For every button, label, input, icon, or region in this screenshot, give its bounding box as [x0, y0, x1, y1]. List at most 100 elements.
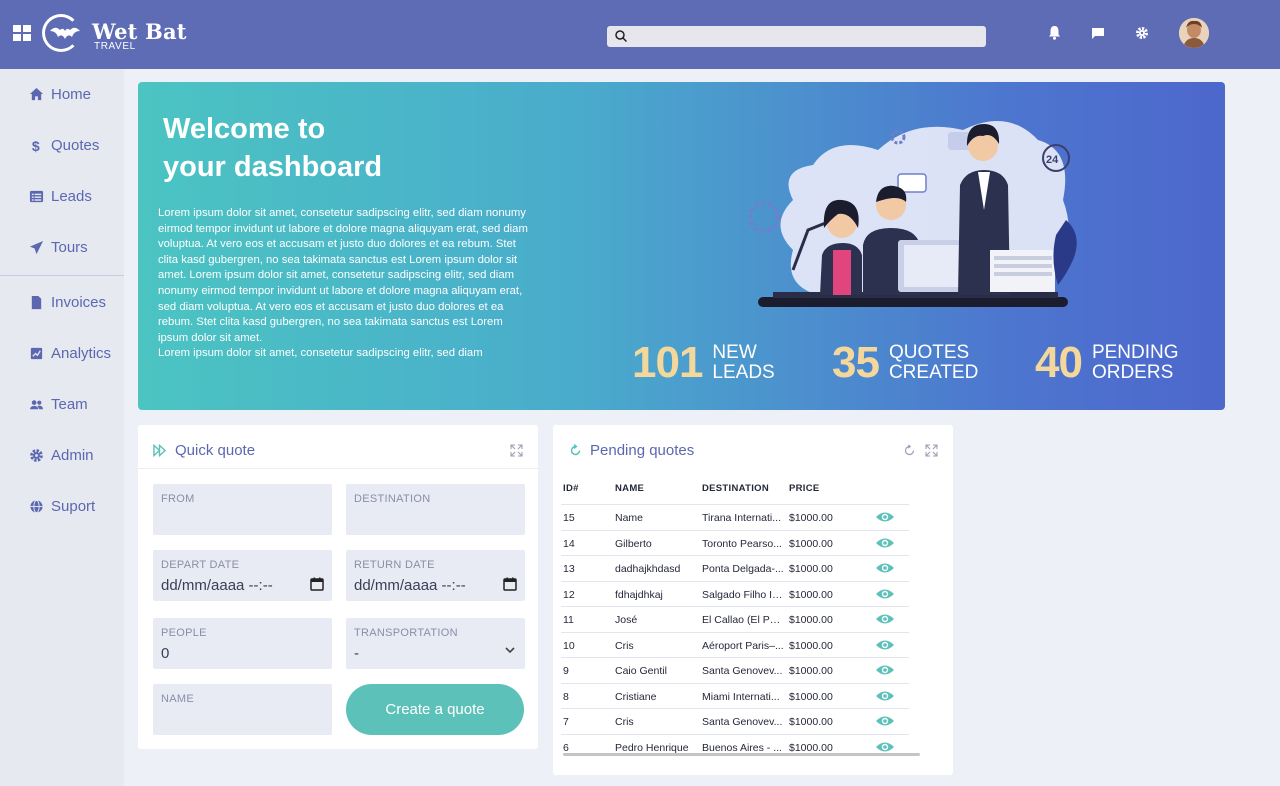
table-row[interactable]: 7 Cris Santa Genovev... $1000.00 — [561, 708, 909, 734]
destination-label: DESTINATION — [354, 493, 431, 505]
cell-price: $1000.00 — [789, 665, 833, 677]
cell-price: $1000.00 — [789, 588, 833, 601]
sidebar-item-leads[interactable]: Leads — [0, 181, 124, 211]
notifications-button[interactable] — [1045, 24, 1063, 42]
search-bar[interactable] — [607, 26, 986, 47]
column-header-name: NAME — [615, 483, 645, 494]
search-input[interactable] — [633, 26, 973, 47]
sidebar-item-analytics[interactable]: Analytics — [0, 338, 124, 368]
view-eye-icon[interactable] — [876, 639, 894, 651]
cell-price: $1000.00 — [789, 639, 833, 652]
send-icon — [29, 240, 44, 254]
cell-destination: Miami Internati... — [702, 690, 780, 703]
sidebar-item-admin[interactable]: Admin — [0, 440, 124, 470]
cell-price: $1000.00 — [789, 690, 833, 703]
cell-destination: Santa Genovev... — [702, 716, 783, 728]
cell-id: 10 — [563, 639, 575, 652]
file-icon — [31, 295, 42, 309]
return-date-value[interactable]: dd/mm/aaaa --:-- — [354, 577, 466, 594]
dashboard-grid-icon[interactable] — [13, 25, 31, 41]
stat-label: PENDING ORDERS — [1091, 342, 1179, 383]
name-field[interactable]: NAME — [153, 684, 332, 735]
transportation-value[interactable]: - — [354, 645, 359, 662]
sidebar-item-suport[interactable]: Suport — [0, 491, 124, 521]
view-eye-icon[interactable] — [876, 511, 894, 523]
depart-date-value[interactable]: dd/mm/aaaa --:-- — [161, 577, 273, 594]
table-row[interactable]: 9 Caio Gentil Santa Genovev... $1000.00 — [561, 657, 909, 683]
gear-icon — [30, 448, 43, 462]
pending-quotes-card: Pending quotes ID# NAME DESTINATION PRIC… — [553, 425, 953, 775]
depart-date-field[interactable]: DEPART DATE dd/mm/aaaa --:-- — [153, 550, 332, 601]
settings-button[interactable] — [1133, 24, 1151, 42]
view-eye-icon[interactable] — [876, 562, 894, 574]
horizontal-scrollbar[interactable] — [563, 753, 920, 756]
expand-icon[interactable] — [925, 444, 938, 457]
list-icon — [29, 190, 44, 202]
sidebar-item-label: Tours — [51, 238, 88, 256]
expand-icon[interactable] — [510, 444, 523, 457]
top-bar: Wet Bat TRAVEL — [0, 0, 1280, 69]
brand-logo[interactable]: Wet Bat TRAVEL — [42, 13, 192, 55]
cell-destination: Buenos Aires - ... — [702, 741, 782, 754]
view-eye-icon[interactable] — [876, 588, 894, 600]
team-illustration: 24 — [748, 121, 1077, 307]
table-row[interactable]: 14 Gilberto Toronto Pearso... $1000.00 — [561, 529, 909, 556]
sidebar-item-label: Invoices — [51, 293, 107, 311]
table-row[interactable]: 12 fdhajdhkaj Salgado Filho In... $1000.00 — [561, 580, 909, 607]
people-value[interactable]: 0 — [161, 645, 169, 662]
chevron-down-icon[interactable] — [505, 647, 515, 654]
stat-label: NEW LEADS — [712, 343, 797, 383]
table-row[interactable]: 8 Cristiane Miami Internati... $1000.00 — [561, 682, 909, 709]
user-avatar[interactable] — [1179, 18, 1209, 48]
quick-quote-card: Quick quote FROM DESTINATION DEPART DATE… — [138, 425, 538, 749]
stat-value: 101 — [632, 338, 703, 387]
sidebar-item-quotes[interactable]: $ Quotes — [0, 130, 124, 160]
stat-label: QUOTES CREATED — [888, 342, 978, 383]
view-eye-icon[interactable] — [876, 690, 894, 702]
create-quote-button[interactable]: Create a quote — [346, 684, 524, 735]
transportation-label: TRANSPORTATION — [354, 627, 458, 639]
destination-field[interactable]: DESTINATION — [346, 484, 525, 535]
sidebar-item-label: Leads — [51, 187, 92, 205]
pending-quotes-header: Pending quotes — [553, 425, 953, 469]
table-row[interactable]: 10 Cris Aéroport Paris–... $1000.00 — [561, 631, 909, 658]
pending-quotes-title: Pending quotes — [590, 442, 695, 459]
calendar-icon[interactable] — [503, 577, 517, 591]
view-eye-icon[interactable] — [876, 664, 894, 676]
stat-value: 35 — [832, 338, 880, 387]
view-eye-icon[interactable] — [876, 537, 894, 549]
stat-label-line-1: PENDING — [1091, 342, 1179, 363]
transportation-select[interactable]: TRANSPORTATION - — [346, 618, 525, 669]
stat-label-line-1: QUOTES — [888, 342, 970, 363]
messages-button[interactable] — [1089, 24, 1107, 42]
welcome-paragraph: Lorem ipsum dolor sit amet, consetetur s… — [158, 207, 528, 344]
depart-date-label: DEPART DATE — [161, 559, 240, 571]
cell-id: 9 — [563, 665, 569, 677]
sidebar-item-team[interactable]: Team — [0, 389, 124, 419]
avatar-image — [1179, 18, 1209, 48]
from-label: FROM — [161, 493, 195, 505]
table-row[interactable]: 11 José El Callao (El Per... $1000.00 — [561, 606, 909, 632]
people-field[interactable]: PEOPLE 0 — [153, 618, 332, 669]
welcome-text: Lorem ipsum dolor sit amet, consetetur s… — [158, 206, 528, 362]
svg-text:24: 24 — [1046, 154, 1059, 166]
table-row[interactable]: 13 dadhajkhdasd Ponta Delgada-... $1000.00 — [561, 555, 909, 581]
return-date-field[interactable]: RETURN DATE dd/mm/aaaa --:-- — [346, 550, 525, 601]
view-eye-icon[interactable] — [876, 613, 894, 625]
calendar-icon[interactable] — [310, 577, 324, 591]
welcome-title-line-2: your dashboard — [163, 151, 383, 183]
view-eye-icon[interactable] — [876, 715, 894, 727]
sidebar-item-invoices[interactable]: Invoices — [0, 287, 124, 317]
sidebar-item-tours[interactable]: Tours — [0, 232, 124, 262]
view-eye-icon[interactable] — [876, 741, 894, 753]
welcome-title: Welcome to your dashboard — [163, 110, 503, 186]
from-field[interactable]: FROM — [153, 484, 332, 535]
sidebar-item-home[interactable]: Home — [0, 79, 124, 109]
cell-id: 11 — [563, 614, 574, 626]
welcome-title-line-1: Welcome to — [163, 113, 326, 145]
table-row[interactable]: 15 Name Tirana Internati... $1000.00 — [561, 504, 909, 530]
cell-price: $1000.00 — [789, 716, 833, 728]
refresh-icon[interactable] — [903, 444, 916, 457]
cell-id: 6 — [563, 741, 569, 754]
cell-name: Name — [615, 512, 644, 524]
